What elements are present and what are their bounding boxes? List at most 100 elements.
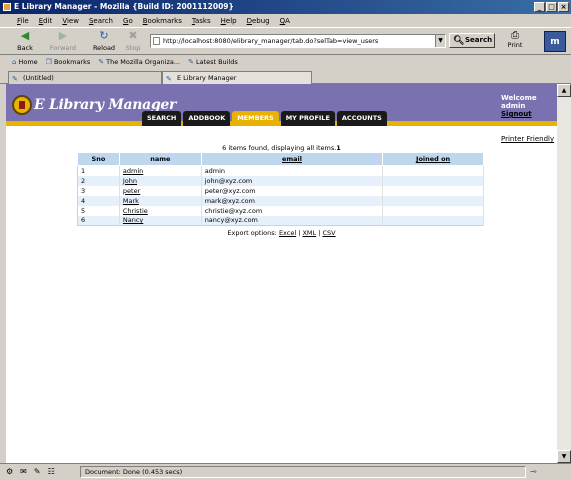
mozilla-app-icon (3, 3, 11, 11)
bookmark-bookmarks[interactable]: ❐ Bookmarks (42, 58, 95, 66)
url-dropdown-icon[interactable]: ▼ (435, 35, 445, 47)
forward-label: Forward (49, 44, 77, 52)
member-name-link[interactable]: admin (119, 165, 202, 176)
app-tab-my-profile[interactable]: My Profile (280, 111, 335, 126)
print-label: Print (507, 41, 523, 49)
table-row: 2 John john@xyz.com (77, 175, 484, 186)
stop-label: Stop (125, 44, 141, 52)
menu-bookmarks[interactable]: Bookmarks (138, 17, 187, 25)
online-status-icon[interactable]: ⊸ (530, 467, 537, 476)
navigator-icon[interactable]: ⚙ (6, 467, 13, 476)
export-excel-link[interactable]: Excel (279, 229, 296, 237)
signout-link[interactable]: Signout (501, 110, 532, 118)
window-title: E Library Manager - Mozilla {Build ID: 2… (14, 2, 234, 11)
column-joined-on[interactable]: Joined on (382, 152, 484, 166)
welcome-block: Welcome admin (501, 94, 537, 110)
status-text: Document: Done (0.453 secs) (80, 466, 526, 478)
status-bar: ⚙ ✉ ✎ ☷ Document: Done (0.453 secs) ⊸ (0, 463, 571, 480)
export-csv-link[interactable]: CSV (323, 229, 336, 237)
printer-friendly-link[interactable]: Printer Friendly (501, 135, 554, 143)
column-sno: Sno (77, 152, 120, 166)
home-icon: ⌂ (12, 58, 17, 66)
row-email: peter@xyz.com (201, 185, 384, 196)
bookmark-icon: ✎ (188, 58, 194, 66)
tab-e-library-manager-label: E Library Manager (177, 74, 237, 82)
app-nav-tabs: Search AddBook Members My Profile Accoun… (142, 111, 387, 126)
bookmark-bookmarks-label: Bookmarks (53, 58, 91, 66)
table-row: 4 Mark mark@xyz.com (77, 195, 484, 206)
member-name-link[interactable]: Christie (119, 205, 202, 216)
row-sno: 1 (77, 165, 120, 176)
forward-arrow-icon: ▶ (58, 29, 68, 42)
row-joined-on (382, 185, 484, 196)
row-email: nancy@xyz.com (201, 215, 384, 226)
scroll-up-icon[interactable]: ▲ (557, 84, 571, 97)
bookmark-mozilla-org-label: The Mozilla Organiza... (106, 58, 181, 66)
bookmark-latest-builds-label: Latest Builds (195, 58, 238, 66)
forward-button[interactable]: ▶ Forward (48, 29, 78, 53)
stop-button[interactable]: ✖ Stop (118, 30, 148, 53)
mozilla-throbber-icon: m (544, 31, 566, 52)
browser-tabs: ✎ (Untitled) ✎ E Library Manager (0, 70, 571, 84)
member-name-link[interactable]: Mark (119, 195, 202, 206)
menu-qa[interactable]: QA (275, 17, 295, 25)
app-tab-accounts[interactable]: Accounts (336, 111, 387, 126)
bookmark-latest-builds[interactable]: ✎ Latest Builds (184, 58, 242, 66)
search-button[interactable]: 🔍︎ Search (449, 33, 495, 48)
menu-view[interactable]: View (57, 17, 84, 25)
row-joined-on (382, 175, 484, 186)
back-label: Back (17, 44, 33, 52)
printer-icon: ⎙ (511, 30, 519, 41)
back-button[interactable]: ◀ Back (10, 30, 40, 53)
menu-bar: File Edit View Search Go Bookmarks Tasks… (0, 14, 571, 27)
bookmark-mozilla-org[interactable]: ✎ The Mozilla Organiza... (94, 58, 184, 66)
close-button[interactable]: × (558, 2, 569, 12)
window-controls: _ □ × (534, 2, 569, 12)
member-name-link[interactable]: Nancy (119, 215, 202, 226)
page-content: E Library Manager Search AddBook Members… (6, 84, 557, 463)
tab-untitled[interactable]: ✎ (Untitled) (8, 71, 162, 84)
column-email[interactable]: email (200, 152, 384, 166)
address-book-icon[interactable]: ☷ (48, 467, 55, 476)
app-tab-addbook[interactable]: AddBook (183, 111, 231, 126)
menu-debug[interactable]: Debug (242, 17, 275, 25)
reload-label: Reload (92, 44, 116, 52)
app-tab-members[interactable]: Members (232, 111, 279, 126)
reload-button[interactable]: ↻ Reload (89, 30, 119, 53)
print-button[interactable]: ⎙ Print (504, 30, 526, 49)
member-name-link[interactable]: John (119, 175, 202, 186)
menu-tasks[interactable]: Tasks (187, 17, 216, 25)
url-bar[interactable]: http://localhost:8080/elibrary_manager/t… (150, 34, 446, 48)
row-sno: 6 (77, 215, 120, 226)
menu-edit[interactable]: Edit (34, 17, 58, 25)
row-sno: 3 (77, 185, 120, 196)
menu-file[interactable]: File (12, 17, 34, 25)
window-titlebar: E Library Manager - Mozilla {Build ID: 2… (0, 0, 571, 14)
row-joined-on (382, 195, 484, 206)
app-header: E Library Manager Search AddBook Members… (6, 84, 557, 126)
composer-icon[interactable]: ✎ (34, 467, 41, 476)
personal-toolbar: ⌂ Home ❐ Bookmarks ✎ The Mozilla Organiz… (0, 56, 571, 68)
scroll-down-icon[interactable]: ▼ (557, 450, 571, 463)
row-email: christie@xyz.com (201, 205, 384, 216)
row-joined-on (382, 165, 484, 176)
results-summary: 6 items found, displaying all items.1 (6, 144, 557, 152)
app-tab-search[interactable]: Search (142, 111, 182, 126)
tab-e-library-manager[interactable]: ✎ E Library Manager (162, 71, 312, 84)
menu-help[interactable]: Help (216, 17, 242, 25)
bookmarks-icon: ❐ (45, 58, 52, 66)
bookmark-home[interactable]: ⌂ Home (8, 58, 42, 66)
mail-icon[interactable]: ✉ (20, 467, 27, 476)
table-row: 1 admin admin (77, 165, 484, 176)
row-sno: 2 (77, 175, 120, 186)
minimize-button[interactable]: _ (534, 2, 545, 12)
bookmark-icon: ✎ (98, 58, 105, 66)
menu-go[interactable]: Go (118, 17, 138, 25)
component-bar: ⚙ ✉ ✎ ☷ (6, 467, 55, 476)
maximize-button[interactable]: □ (546, 2, 557, 12)
export-xml-link[interactable]: XML (302, 229, 316, 237)
menu-search[interactable]: Search (84, 17, 118, 25)
member-name-link[interactable]: peter (119, 185, 202, 196)
vertical-scrollbar[interactable]: ▲ ▼ (557, 84, 571, 463)
members-table: Sno name email Joined on 1 admin admin 2… (77, 152, 484, 226)
